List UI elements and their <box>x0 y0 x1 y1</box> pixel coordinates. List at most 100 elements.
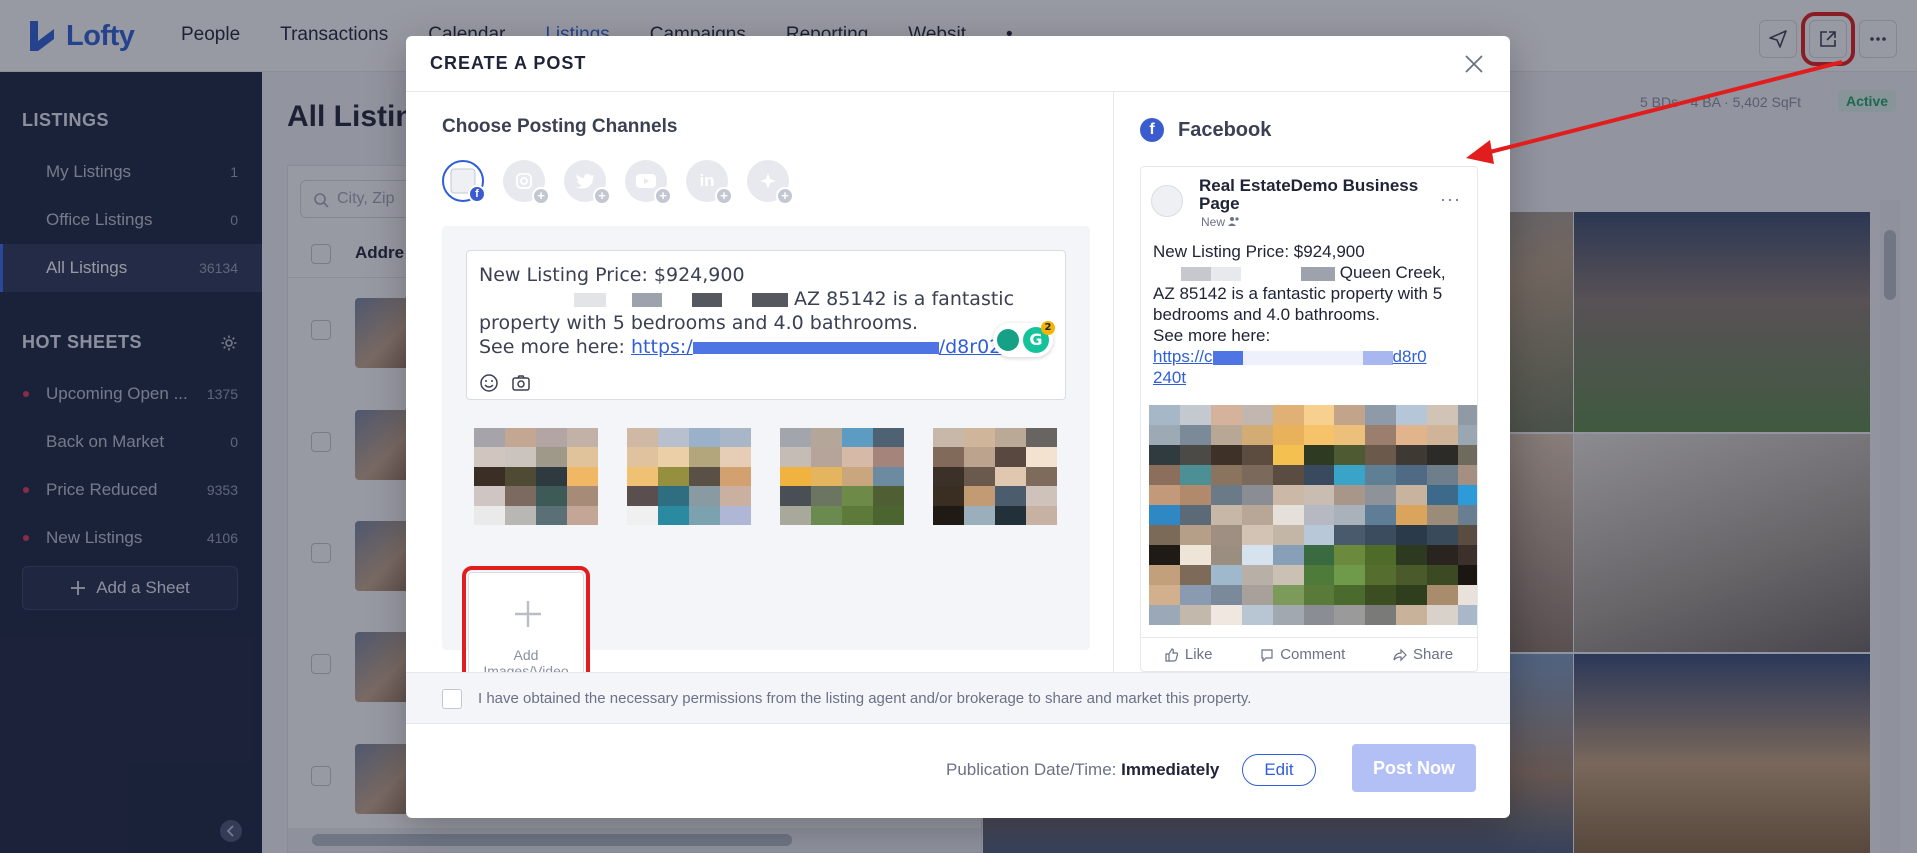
image-pixel <box>1458 505 1477 525</box>
image-pixel <box>536 466 567 487</box>
image-pixel <box>1272 445 1304 465</box>
add-images-video-button[interactable]: Add Images/Video <box>462 566 590 690</box>
channel-facebook[interactable]: f <box>442 160 486 203</box>
redacted-text <box>1241 267 1301 281</box>
redacted-link <box>1242 350 1363 365</box>
image-pixel <box>842 505 873 525</box>
publication-value: Immediately <box>1121 760 1220 779</box>
channel-instagram[interactable]: + <box>503 160 550 205</box>
preview-image-grid <box>1149 405 1477 625</box>
image-pixel <box>933 505 964 525</box>
image-pixel <box>933 428 964 448</box>
image-pixel <box>1427 505 1459 525</box>
edit-schedule-button[interactable]: Edit <box>1242 754 1316 786</box>
modal-footer: Publication Date/Time: Immediately Edit … <box>406 724 1510 818</box>
media-thumbnail[interactable] <box>474 428 598 525</box>
image-pixel <box>1396 565 1428 585</box>
image-pixel <box>720 505 751 525</box>
image-pixel <box>1241 605 1273 625</box>
image-pixel <box>1427 525 1459 545</box>
post-audience: New <box>1201 215 1240 229</box>
preview-channel-title: Facebook <box>1178 118 1272 141</box>
page-name: Real EstateDemo Business Page <box>1199 176 1419 213</box>
image-pixel <box>1458 465 1477 485</box>
channel-twitter[interactable]: + <box>564 160 611 205</box>
grammarly-count: 2 <box>1041 321 1055 335</box>
image-pixel <box>1241 505 1273 525</box>
image-pixel <box>1179 525 1211 545</box>
image-pixel <box>536 428 567 448</box>
thumbnail-image <box>627 428 751 525</box>
channel-youtube[interactable]: + <box>625 160 672 205</box>
image-pixel <box>1272 425 1304 445</box>
preview-text-line: Queen Creek, <box>1153 262 1469 283</box>
close-button[interactable] <box>1460 50 1488 78</box>
image-pixel <box>1241 445 1273 465</box>
channel-google-business[interactable]: + <box>747 160 794 205</box>
image-pixel <box>1179 405 1211 425</box>
redacted-link <box>692 341 939 354</box>
permission-checkbox[interactable] <box>442 689 462 709</box>
modal-title: CREATE A POST <box>430 53 587 73</box>
preview-image <box>1149 405 1477 625</box>
image-pixel <box>505 486 536 506</box>
post-text-editor[interactable]: New Listing Price: $924,900 AZ 85142 is … <box>466 250 1066 400</box>
add-channel-icon: + <box>715 187 733 205</box>
image-pixel <box>995 505 1026 525</box>
post-text-fragment: AZ 85142 is a fantastic <box>794 288 1015 310</box>
post-text-line: property with 5 bedrooms and 4.0 bathroo… <box>479 312 919 334</box>
image-pixel <box>1210 525 1242 545</box>
more-options-icon[interactable]: ··· <box>1440 189 1461 210</box>
image-pixel <box>1272 485 1304 505</box>
link-continued: 240t <box>1153 368 1187 387</box>
image-pixel <box>1210 505 1242 525</box>
image-pixel <box>842 466 873 487</box>
image-pixel <box>1365 565 1397 585</box>
image-pixel <box>1365 545 1397 565</box>
image-pixel <box>1272 545 1304 565</box>
image-pixel <box>1179 605 1211 625</box>
image-pixel <box>1427 405 1459 425</box>
image-pixel <box>1396 485 1428 505</box>
emoji-icon[interactable] <box>479 373 499 393</box>
media-thumbnail[interactable] <box>780 428 904 525</box>
image-pixel <box>536 486 567 506</box>
image-pixel <box>933 486 964 506</box>
image-pixel <box>474 505 505 525</box>
preview-link[interactable]: https://c d8r0 240t <box>1153 346 1469 388</box>
post-text-line: See more here: https://d8r0240t <box>479 335 1053 359</box>
camera-icon[interactable] <box>511 373 531 393</box>
redacted-text <box>1301 266 1335 281</box>
media-thumbnail[interactable] <box>933 428 1057 525</box>
image-pixel <box>1365 425 1397 445</box>
image-pixel <box>1149 485 1180 505</box>
image-pixel <box>1303 465 1335 485</box>
media-thumbnail[interactable] <box>627 428 751 525</box>
channel-linkedin[interactable]: in + <box>686 160 733 205</box>
image-pixel <box>1272 505 1304 525</box>
posting-channels: f + + + in + + <box>442 160 794 205</box>
image-pixel <box>1334 405 1366 425</box>
plus-icon <box>515 601 541 627</box>
listing-link[interactable]: https://d8r0240t <box>631 336 1033 358</box>
image-pixel <box>720 466 751 487</box>
image-pixel <box>1272 585 1304 605</box>
image-pixel <box>689 505 720 525</box>
preview-text-line: AZ 85142 is a fantastic property with 5 … <box>1153 284 1443 324</box>
post-now-button[interactable]: Post Now <box>1352 744 1476 792</box>
image-pixel <box>1272 605 1304 625</box>
image-pixel <box>567 428 598 448</box>
image-pixel <box>1179 445 1211 465</box>
image-pixel <box>1241 565 1273 585</box>
image-pixel <box>780 466 811 487</box>
people-icon <box>1228 217 1239 226</box>
preview-header: f Facebook <box>1140 118 1271 142</box>
image-pixel <box>658 486 689 506</box>
grammarly-widget[interactable]: G2 <box>993 321 1055 357</box>
redacted-text <box>662 293 692 307</box>
image-pixel <box>689 447 720 467</box>
preview-text-line: New Listing Price: $924,900 <box>1153 242 1365 261</box>
image-pixel <box>1179 425 1211 445</box>
image-pixel <box>1303 485 1335 505</box>
image-pixel <box>689 428 720 448</box>
